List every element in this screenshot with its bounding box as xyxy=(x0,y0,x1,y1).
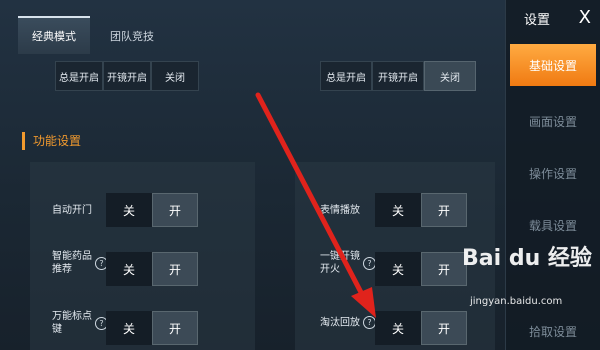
option-group-left: 总是开启 开镜开启 关闭 xyxy=(55,61,199,91)
side-item-graphics-settings[interactable]: 画面设置 xyxy=(510,100,596,142)
toggle-off-button[interactable]: 关 xyxy=(106,193,152,227)
label-one-key-scope-fire: 一键开镜 开火? xyxy=(320,250,376,276)
option-always-on-right[interactable]: 总是开启 xyxy=(320,61,372,91)
label-text: 淘汰回放 xyxy=(320,317,360,329)
option-scope-on-right[interactable]: 开镜开启 xyxy=(372,61,424,91)
toggle-on-button[interactable]: 开 xyxy=(152,193,198,227)
toggle-universal-marker: 关 开 xyxy=(106,311,198,345)
label-smart-medicine: 智能药品 推荐? xyxy=(52,250,108,276)
option-off-right[interactable]: 关闭 xyxy=(424,61,476,91)
toggle-on-button[interactable]: 开 xyxy=(152,252,198,286)
toggle-auto-open-door: 关 开 xyxy=(106,193,198,227)
side-item-controls-settings[interactable]: 操作设置 xyxy=(510,152,596,194)
close-icon[interactable]: X xyxy=(579,9,591,27)
toggle-off-button[interactable]: 关 xyxy=(375,193,421,227)
toggle-emote-play: 关 开 xyxy=(375,193,467,227)
function-panel-left: 自动开门 关 开 智能药品 推荐? 关 开 万能标点 键? 关 开 xyxy=(30,162,255,350)
toggle-elimination-replay: 关 开 xyxy=(375,311,467,345)
section-title-functions: 功能设置 xyxy=(22,132,81,150)
toggle-on-button[interactable]: 开 xyxy=(421,252,467,286)
label-elimination-replay: 淘汰回放? xyxy=(320,316,376,330)
settings-header: 设置 X xyxy=(506,0,600,36)
baidu-watermark: Bai du 经验 jingyan.baidu.com xyxy=(462,240,592,320)
label-text: 智能药品 推荐 xyxy=(52,251,92,275)
option-scope-on-left[interactable]: 开镜开启 xyxy=(103,61,151,91)
label-text: 一键开镜 开火 xyxy=(320,251,360,275)
toggle-one-key-scope-fire: 关 开 xyxy=(375,252,467,286)
label-text: 万能标点 键 xyxy=(52,311,92,335)
mode-tabs: 经典模式 团队竞技 xyxy=(18,16,168,54)
side-item-basic-settings[interactable]: 基础设置 xyxy=(510,44,596,86)
baidu-logo: Bai du 经验 xyxy=(462,246,592,271)
tab-classic-mode[interactable]: 经典模式 xyxy=(18,16,90,54)
toggle-off-button[interactable]: 关 xyxy=(375,252,421,286)
toggle-on-button[interactable]: 开 xyxy=(152,311,198,345)
toggle-on-button[interactable]: 开 xyxy=(421,311,467,345)
toggle-off-button[interactable]: 关 xyxy=(375,311,421,345)
tab-team-deathmatch[interactable]: 团队竞技 xyxy=(96,16,168,54)
baidu-url: jingyan.baidu.com xyxy=(470,296,563,307)
option-group-right: 总是开启 开镜开启 关闭 xyxy=(320,61,476,91)
label-universal-marker: 万能标点 键? xyxy=(52,310,108,336)
option-always-on-left[interactable]: 总是开启 xyxy=(55,61,103,91)
label-text: 自动开门 xyxy=(52,205,92,216)
label-auto-open-door: 自动开门 xyxy=(52,204,92,217)
toggle-off-button[interactable]: 关 xyxy=(106,311,152,345)
option-off-left[interactable]: 关闭 xyxy=(151,61,199,91)
settings-title: 设置 xyxy=(524,12,551,28)
game-settings-screen: 经典模式 团队竞技 总是开启 开镜开启 关闭 总是开启 开镜开启 关闭 功能设置… xyxy=(0,0,600,350)
label-emote-play: 表情播放 xyxy=(320,204,360,217)
label-text: 表情播放 xyxy=(320,205,360,216)
toggle-on-button[interactable]: 开 xyxy=(421,193,467,227)
toggle-off-button[interactable]: 关 xyxy=(106,252,152,286)
toggle-smart-medicine: 关 开 xyxy=(106,252,198,286)
